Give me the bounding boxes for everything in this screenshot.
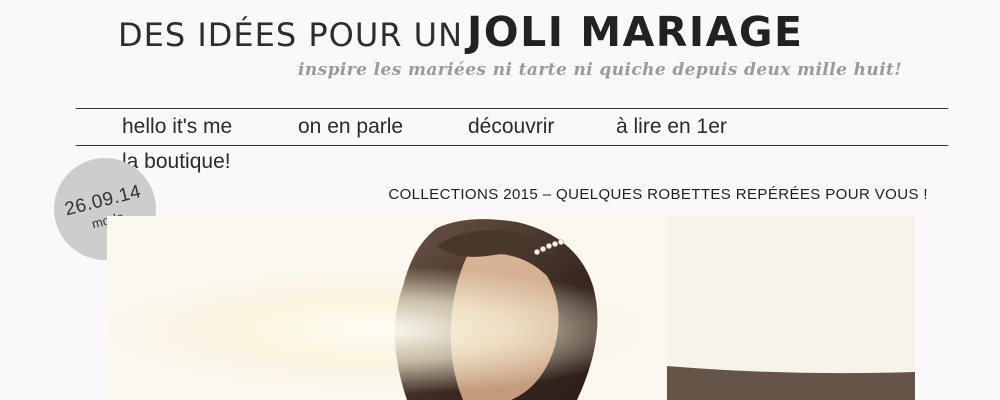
site-logo[interactable]: DES IDÉES POUR UN JOLI MARIAGE	[118, 8, 804, 56]
nav-item-on-en-parle[interactable]: on en parle	[298, 115, 403, 139]
logo-prefix: DES IDÉES POUR UN	[118, 16, 464, 54]
main-nav: hello it's me on en parle découvrir à li…	[76, 108, 948, 146]
nav-item-decouvrir[interactable]: découvrir	[468, 115, 554, 139]
site-header: DES IDÉES POUR UN JOLI MARIAGE inspire l…	[0, 0, 1000, 100]
post-featured-image[interactable]	[107, 216, 915, 400]
site-tagline: inspire les mariées ni tarte ni quiche d…	[298, 60, 903, 80]
post-title[interactable]: COLLECTIONS 2015 – QUELQUES ROBETTES REP…	[388, 186, 928, 203]
nav-item-hello[interactable]: hello it's me	[122, 115, 232, 139]
bride-photo	[107, 216, 915, 400]
logo-main: JOLI MARIAGE	[467, 8, 804, 56]
nav-item-a-lire[interactable]: à lire en 1er	[616, 115, 727, 139]
